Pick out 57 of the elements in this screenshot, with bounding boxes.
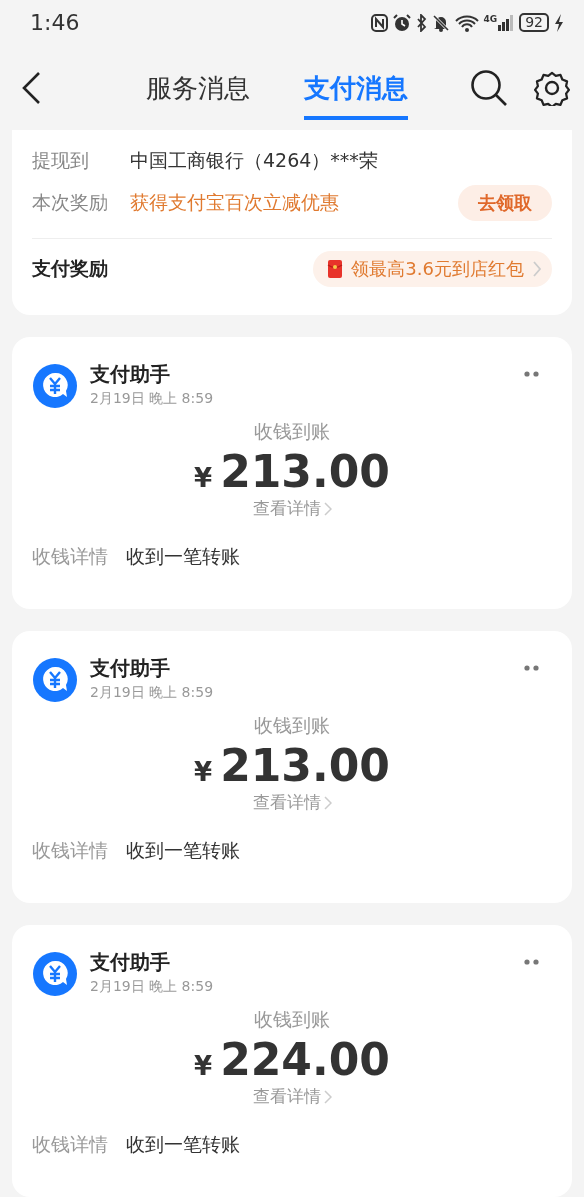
nfc-icon (370, 13, 388, 32)
yuan-chat-icon (32, 951, 78, 997)
detail-label: 收钱详情 (32, 1132, 108, 1157)
charging-icon (554, 13, 564, 32)
amount-value: 224.00 (220, 1035, 390, 1085)
message-time: 2月19日 晚上 8:59 (90, 389, 215, 408)
row-label: 提现到 (32, 148, 90, 173)
message-time: 2月19日 晚上 8:59 (90, 977, 215, 996)
detail-label: 收钱详情 (32, 838, 108, 863)
network-label: 4G (483, 14, 498, 24)
back-icon[interactable] (20, 70, 42, 105)
wifi-icon (454, 13, 479, 32)
amount-value: 213.00 (220, 447, 390, 497)
row-value: 获得支付宝百次立减优惠 (130, 190, 340, 215)
details-link[interactable]: 查看详情 (252, 1085, 332, 1108)
chevron-right-icon (323, 795, 332, 810)
reward-title: 支付奖励 (32, 256, 108, 281)
yuan-chat-icon (32, 657, 78, 703)
settings-icon[interactable] (534, 69, 570, 106)
message-time: 2月19日 晚上 8:59 (90, 683, 215, 702)
offer-button[interactable]: 领最高3.6元到店红包 (313, 251, 552, 287)
detail-value: 收到一笔转账 (126, 838, 240, 863)
row-value: 中国工商银行（4264）***荣 (130, 148, 379, 173)
currency-sign: ¥ (194, 1051, 213, 1081)
sender-name: 支付助手 (90, 361, 171, 387)
sender-name: 支付助手 (90, 655, 171, 681)
status-time: 1:46 (30, 10, 80, 35)
chevron-right-icon (532, 260, 542, 278)
detail-value: 收到一笔转账 (126, 1132, 240, 1157)
claim-button[interactable]: 去领取 (458, 185, 552, 221)
sender-name: 支付助手 (90, 949, 171, 975)
envelope-icon (327, 259, 344, 279)
details-link[interactable]: 查看详情 (252, 791, 332, 814)
message-heading: 收钱到账 (254, 1007, 330, 1032)
tab[interactable]: 支付消息 (304, 65, 408, 120)
message-heading: 收钱到账 (254, 713, 330, 738)
more-icon[interactable] (524, 959, 540, 965)
detail-label: 收钱详情 (32, 544, 108, 569)
tab[interactable]: 服务消息 (146, 65, 250, 120)
more-icon[interactable] (524, 371, 540, 377)
yuan-chat-icon (32, 363, 78, 409)
row-label: 本次奖励 (32, 190, 109, 215)
amount-value: 213.00 (220, 741, 390, 791)
alarm-icon (392, 13, 411, 32)
more-icon[interactable] (524, 665, 540, 671)
chevron-right-icon (323, 1089, 332, 1104)
currency-sign: ¥ (194, 757, 213, 787)
chevron-right-icon (323, 501, 332, 516)
bluetooth-icon (415, 13, 427, 32)
signal-icon (498, 14, 515, 31)
search-icon[interactable] (470, 68, 508, 107)
battery-indicator: 92 (519, 13, 549, 32)
message-heading: 收钱到账 (254, 419, 330, 444)
detail-value: 收到一笔转账 (126, 544, 240, 569)
currency-sign: ¥ (194, 463, 213, 493)
muted-bell-icon (431, 13, 450, 32)
details-link[interactable]: 查看详情 (252, 497, 332, 520)
